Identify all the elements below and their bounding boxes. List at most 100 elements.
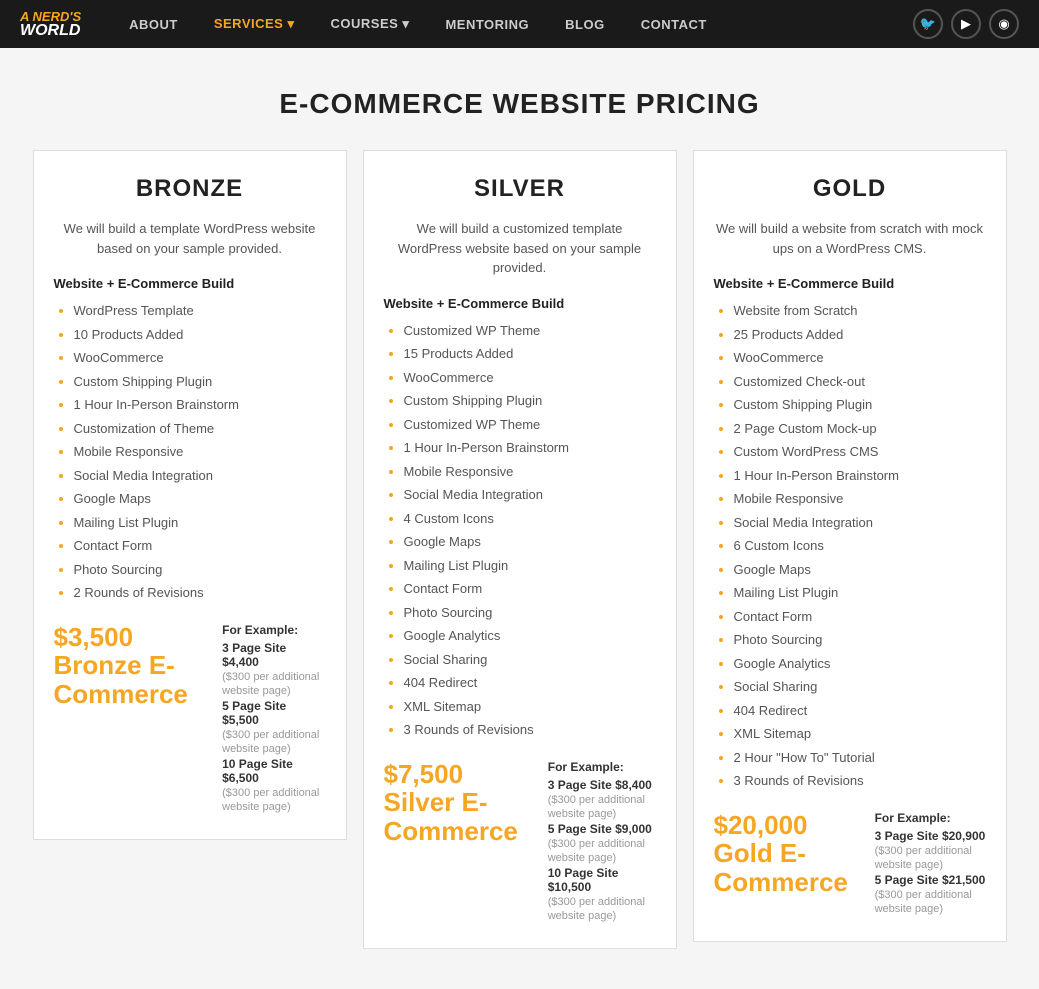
feature-item: 4 Custom Icons [404,509,656,529]
price-example-row: 10 Page Site $6,500 ($300 per additional… [222,757,325,813]
feature-item: Website from Scratch [734,301,986,321]
twitter-icon[interactable]: 🐦 [913,9,943,39]
nav-about[interactable]: ABOUT [111,0,196,48]
feature-item: 6 Custom Icons [734,536,986,556]
instagram-icon[interactable]: ◉ [989,9,1019,39]
feature-list: Website from Scratch25 Products AddedWoo… [714,301,986,791]
plan-price: $7,500 [384,760,536,789]
nav-mentoring[interactable]: MENTORING [427,0,547,48]
big-price-block: $7,500 Silver E-Commerce [384,760,536,846]
big-price-block: $20,000 Gold E-Commerce [714,811,863,897]
feature-item: Photo Sourcing [404,603,656,623]
price-example-row: 3 Page Site $8,400 ($300 per additional … [548,778,656,820]
feature-item: Customized WP Theme [404,321,656,341]
feature-item: Google Analytics [404,626,656,646]
feature-item: XML Sitemap [734,724,986,744]
feature-item: WooCommerce [734,348,986,368]
feature-item: 3 Rounds of Revisions [404,720,656,740]
plan-price-label: Bronze E-Commerce [54,651,211,708]
pricing-footer: $20,000 Gold E-Commerce For Example: 3 P… [714,811,986,917]
plan-description: We will build a template WordPress websi… [54,219,326,258]
page-title: E-COMMERCE WEBSITE PRICING [0,48,1039,150]
examples-label: For Example: [875,811,986,825]
feature-item: 1 Hour In-Person Brainstorm [404,438,656,458]
feature-item: Mailing List Plugin [74,513,326,533]
feature-item: Customization of Theme [74,419,326,439]
plan-price: $20,000 [714,811,863,840]
feature-item: Photo Sourcing [74,560,326,580]
feature-item: 2 Hour "How To" Tutorial [734,748,986,768]
feature-item: Google Analytics [734,654,986,674]
examples-label: For Example: [222,623,325,637]
navbar: A NERD'S WORLD ABOUT SERVICES ▾ COURSES … [0,0,1039,48]
pricing-card-silver: SILVER We will build a customized templa… [363,150,677,949]
pricing-footer: $3,500 Bronze E-Commerce For Example: 3 … [54,623,326,815]
section-label: Website + E-Commerce Build [54,276,326,291]
feature-item: Mobile Responsive [734,489,986,509]
plan-price-label: Silver E-Commerce [384,788,536,845]
feature-item: Social Sharing [734,677,986,697]
feature-item: Mailing List Plugin [404,556,656,576]
examples-label: For Example: [548,760,656,774]
price-example-row: 3 Page Site $20,900 ($300 per additional… [875,829,986,871]
feature-item: 10 Products Added [74,325,326,345]
nav-contact[interactable]: CONTACT [623,0,725,48]
feature-item: Mobile Responsive [74,442,326,462]
feature-item: 1 Hour In-Person Brainstorm [734,466,986,486]
feature-item: 3 Rounds of Revisions [734,771,986,791]
pricing-footer: $7,500 Silver E-Commerce For Example: 3 … [384,760,656,924]
feature-item: WooCommerce [74,348,326,368]
plan-description: We will build a customized template Word… [384,219,656,278]
feature-item: Customized Check-out [734,372,986,392]
feature-list: WordPress Template 10 Products Added WooCo… [54,301,326,603]
price-example-row: 5 Page Site $5,500 ($300 per additional … [222,699,325,755]
feature-item: Contact Form [734,607,986,627]
nav-services[interactable]: SERVICES ▾ [196,0,313,48]
feature-item: Mailing List Plugin [734,583,986,603]
price-example-row: 5 Page Site $21,500 ($300 per additional… [875,873,986,915]
feature-item: 1 Hour In-Person Brainstorm [74,395,326,415]
big-price-block: $3,500 Bronze E-Commerce [54,623,211,709]
section-label: Website + E-Commerce Build [714,276,986,291]
price-examples: For Example: 3 Page Site $4,400 ($300 pe… [222,623,325,815]
pricing-card-bronze: BRONZE We will build a template WordPres… [33,150,347,840]
feature-item: Custom Shipping Plugin [74,372,326,392]
pricing-card-gold: GOLD We will build a website from scratc… [693,150,1007,942]
feature-item: Social Media Integration [734,513,986,533]
feature-item: Contact Form [404,579,656,599]
feature-item: Custom Shipping Plugin [734,395,986,415]
feature-item: 404 Redirect [734,701,986,721]
price-example-row: 3 Page Site $4,400 ($300 per additional … [222,641,325,697]
price-example-row: 5 Page Site $9,000 ($300 per additional … [548,822,656,864]
nav-links: ABOUT SERVICES ▾ COURSES ▾ MENTORING BLO… [111,0,913,48]
feature-item: 2 Rounds of Revisions [74,583,326,603]
plan-price: $3,500 [54,623,211,652]
price-examples: For Example: 3 Page Site $20,900 ($300 p… [875,811,986,917]
site-logo[interactable]: A NERD'S WORLD [20,10,81,39]
feature-item: 2 Page Custom Mock-up [734,419,986,439]
feature-item: 15 Products Added [404,344,656,364]
section-label: Website + E-Commerce Build [384,296,656,311]
feature-item: Mobile Responsive [404,462,656,482]
feature-item: Google Maps [404,532,656,552]
plan-title: BRONZE [54,175,326,203]
nav-courses[interactable]: COURSES ▾ [313,0,428,48]
price-examples: For Example: 3 Page Site $8,400 ($300 pe… [548,760,656,924]
feature-item: XML Sitemap [404,697,656,717]
plan-price-label: Gold E-Commerce [714,839,863,896]
feature-item: Custom WordPress CMS [734,442,986,462]
nav-blog[interactable]: BLOG [547,0,623,48]
feature-item: Social Media Integration [74,466,326,486]
plan-title: GOLD [714,175,986,203]
feature-item: Google Maps [74,489,326,509]
feature-item: Custom Shipping Plugin [404,391,656,411]
feature-list: Customized WP Theme15 Products AddedWooC… [384,321,656,740]
social-icons: 🐦 ▶ ◉ [913,9,1019,39]
feature-item: 404 Redirect [404,673,656,693]
youtube-icon[interactable]: ▶ [951,9,981,39]
feature-item: WordPress Template [74,301,326,321]
feature-item: Photo Sourcing [734,630,986,650]
price-example-row: 10 Page Site $10,500 ($300 per additiona… [548,866,656,922]
feature-item: Google Maps [734,560,986,580]
feature-item: Social Sharing [404,650,656,670]
